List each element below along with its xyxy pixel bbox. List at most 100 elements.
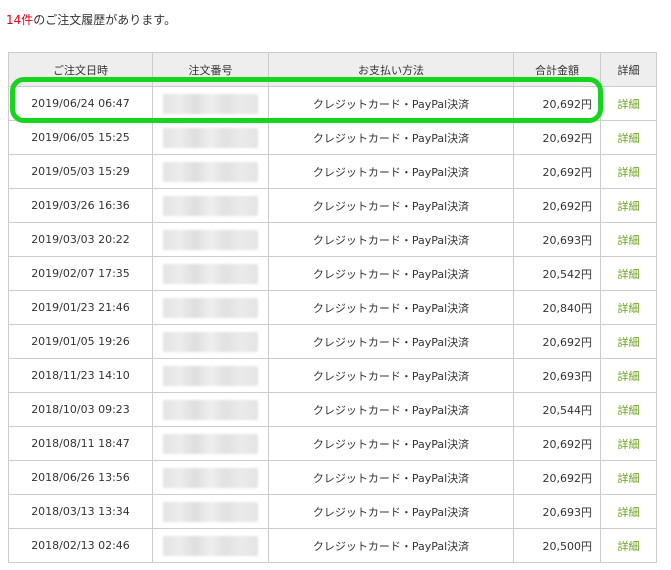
header-order-number: 注文番号 [152, 52, 269, 87]
table-header-row: ご注文日時 注文番号 お支払い方法 合計金額 詳細 [8, 52, 657, 87]
redacted-order-number [163, 502, 258, 522]
order-number [152, 460, 269, 495]
table-row: 2019/06/05 15:25 クレジットカード・PayPal決済 20,692円… [8, 120, 657, 155]
order-rows: 2019/06/24 06:47 クレジットカード・PayPal決済 20,692円… [8, 86, 657, 563]
total-amount: 20,692円 [513, 426, 601, 461]
order-number [152, 392, 269, 427]
payment-method: クレジットカード・PayPal決済 [268, 154, 514, 189]
total-amount: 20,692円 [513, 86, 601, 121]
order-date: 2019/01/05 19:26 [8, 324, 153, 359]
total-amount: 20,692円 [513, 120, 601, 155]
detail-link[interactable]: 詳細 [618, 166, 640, 179]
total-amount: 20,693円 [513, 222, 601, 257]
redacted-order-number [163, 162, 258, 182]
table-row: 2019/03/03 20:22 クレジットカード・PayPal決済 20,693円… [8, 222, 657, 257]
total-amount: 20,692円 [513, 324, 601, 359]
detail-link[interactable]: 詳細 [618, 472, 640, 485]
total-amount: 20,693円 [513, 494, 601, 529]
order-date: 2018/03/13 13:34 [8, 494, 153, 529]
order-number [152, 154, 269, 189]
order-date: 2019/06/05 15:25 [8, 120, 153, 155]
redacted-order-number [163, 366, 258, 386]
table-row: 2019/06/24 06:47 クレジットカード・PayPal決済 20,692円… [8, 86, 657, 121]
detail-cell: 詳細 [600, 358, 657, 393]
table-row: 2019/01/05 19:26 クレジットカード・PayPal決済 20,692円… [8, 324, 657, 359]
total-amount: 20,542円 [513, 256, 601, 291]
payment-method: クレジットカード・PayPal決済 [268, 460, 514, 495]
table-row: 2018/06/26 13:56 クレジットカード・PayPal決済 20,692円… [8, 460, 657, 495]
table-row: 2018/08/11 18:47 クレジットカード・PayPal決済 20,692円… [8, 426, 657, 461]
detail-cell: 詳細 [600, 86, 657, 121]
detail-cell: 詳細 [600, 154, 657, 189]
order-date: 2019/06/24 06:47 [8, 86, 153, 121]
total-amount: 20,693円 [513, 358, 601, 393]
detail-link[interactable]: 詳細 [618, 200, 640, 213]
payment-method: クレジットカード・PayPal決済 [268, 86, 514, 121]
header-order-date: ご注文日時 [8, 52, 153, 87]
order-date: 2019/01/23 21:46 [8, 290, 153, 325]
detail-link[interactable]: 詳細 [618, 404, 640, 417]
detail-link[interactable]: 詳細 [618, 506, 640, 519]
order-date: 2018/10/03 09:23 [8, 392, 153, 427]
detail-link[interactable]: 詳細 [618, 540, 640, 553]
order-number [152, 188, 269, 223]
detail-link[interactable]: 詳細 [618, 132, 640, 145]
order-count-text: のご注文履歴があります。 [33, 13, 177, 27]
detail-link[interactable]: 詳細 [618, 370, 640, 383]
order-count-summary: 14件のご注文履歴があります。 [6, 12, 176, 28]
header-payment-method: お支払い方法 [268, 52, 514, 87]
detail-link[interactable]: 詳細 [618, 268, 640, 281]
redacted-order-number [163, 434, 258, 454]
redacted-order-number [163, 468, 258, 488]
payment-method: クレジットカード・PayPal決済 [268, 188, 514, 223]
order-date: 2019/03/03 20:22 [8, 222, 153, 257]
detail-cell: 詳細 [600, 120, 657, 155]
payment-method: クレジットカード・PayPal決済 [268, 528, 514, 563]
total-amount: 20,500円 [513, 528, 601, 563]
order-number [152, 494, 269, 529]
detail-link[interactable]: 詳細 [618, 234, 640, 247]
detail-cell: 詳細 [600, 256, 657, 291]
redacted-order-number [163, 264, 258, 284]
detail-cell: 詳細 [600, 188, 657, 223]
header-total-amount: 合計金額 [513, 52, 601, 87]
table-row: 2018/10/03 09:23 クレジットカード・PayPal決済 20,544円… [8, 392, 657, 427]
order-number [152, 324, 269, 359]
payment-method: クレジットカード・PayPal決済 [268, 494, 514, 529]
total-amount: 20,840円 [513, 290, 601, 325]
payment-method: クレジットカード・PayPal決済 [268, 222, 514, 257]
payment-method: クレジットカード・PayPal決済 [268, 120, 514, 155]
detail-cell: 詳細 [600, 426, 657, 461]
detail-link[interactable]: 詳細 [618, 302, 640, 315]
payment-method: クレジットカード・PayPal決済 [268, 426, 514, 461]
payment-method: クレジットカード・PayPal決済 [268, 256, 514, 291]
order-number [152, 120, 269, 155]
total-amount: 20,692円 [513, 460, 601, 495]
order-date: 2018/06/26 13:56 [8, 460, 153, 495]
detail-cell: 詳細 [600, 324, 657, 359]
redacted-order-number [163, 128, 258, 148]
table-row: 2018/03/13 13:34 クレジットカード・PayPal決済 20,693円… [8, 494, 657, 529]
order-date: 2019/02/07 17:35 [8, 256, 153, 291]
table-row: 2019/01/23 21:46 クレジットカード・PayPal決済 20,840円… [8, 290, 657, 325]
detail-cell: 詳細 [600, 222, 657, 257]
header-detail: 詳細 [600, 52, 657, 87]
redacted-order-number [163, 332, 258, 352]
total-amount: 20,544円 [513, 392, 601, 427]
redacted-order-number [163, 298, 258, 318]
detail-cell: 詳細 [600, 290, 657, 325]
order-number [152, 86, 269, 121]
total-amount: 20,692円 [513, 188, 601, 223]
detail-link[interactable]: 詳細 [618, 336, 640, 349]
table-row: 2019/03/26 16:36 クレジットカード・PayPal決済 20,692円… [8, 188, 657, 223]
order-number [152, 222, 269, 257]
detail-cell: 詳細 [600, 494, 657, 529]
redacted-order-number [163, 94, 258, 114]
table-row: 2019/02/07 17:35 クレジットカード・PayPal決済 20,542円… [8, 256, 657, 291]
detail-link[interactable]: 詳細 [618, 438, 640, 451]
total-amount: 20,692円 [513, 154, 601, 189]
detail-link[interactable]: 詳細 [618, 98, 640, 111]
detail-cell: 詳細 [600, 392, 657, 427]
payment-method: クレジットカード・PayPal決済 [268, 358, 514, 393]
order-date: 2019/05/03 15:29 [8, 154, 153, 189]
